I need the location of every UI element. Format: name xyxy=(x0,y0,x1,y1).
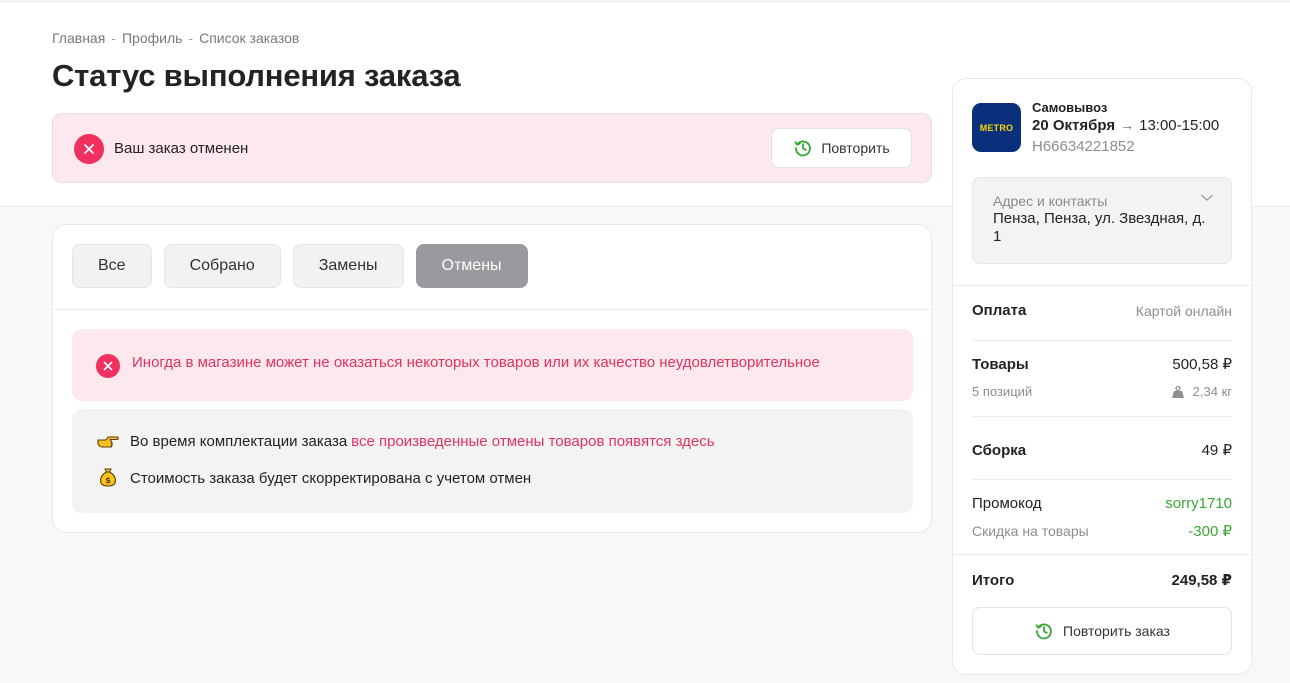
delivery-datetime: 20 Октября → 13:00-15:00 xyxy=(1032,117,1219,134)
tab-replacements[interactable]: Замены xyxy=(292,244,404,288)
discount-label: Скидка на товары xyxy=(972,523,1089,539)
tab-all[interactable]: Все xyxy=(72,244,152,288)
breadcrumb: Главная - Профиль - Список заказов xyxy=(52,30,299,46)
info-line-1-highlight: все произведенные отмены товаров появятс… xyxy=(351,432,715,450)
repeat-order-label: Повторить заказ xyxy=(1063,623,1170,639)
arrow-right-icon: → xyxy=(1120,117,1135,133)
promo-value: sorry1710 xyxy=(1165,495,1232,512)
filter-tabs: Все Собрано Замены Отмены xyxy=(72,244,528,288)
order-summary-panel: METRO Самовывоз 20 Октября → 13:00-15:00… xyxy=(952,78,1252,675)
delivery-date: 20 Октября xyxy=(1032,117,1116,134)
payment-row: Оплата Картой онлайн xyxy=(972,302,1232,319)
order-number: H66634221852 xyxy=(1032,138,1135,155)
repeat-button[interactable]: Повторить xyxy=(771,128,912,168)
divider xyxy=(953,285,1251,286)
breadcrumb-home[interactable]: Главная xyxy=(52,30,105,46)
assembly-label: Сборка xyxy=(972,441,1027,459)
page-title: Статус выполнения заказа xyxy=(52,58,461,93)
goods-details-row: 5 позиций 2,34 кг xyxy=(972,384,1232,399)
divider xyxy=(972,416,1232,417)
delivery-type: Самовывоз xyxy=(1032,100,1108,115)
metro-logo: METRO xyxy=(972,103,1021,152)
close-icon xyxy=(74,134,104,164)
weight-icon xyxy=(1171,385,1184,398)
total-row: Итого 249,58 ₽ xyxy=(972,571,1232,590)
logo-text: METRO xyxy=(979,122,1014,133)
order-items-card: Все Собрано Замены Отмены Иногда в магаз… xyxy=(52,224,932,533)
payment-value: Картой онлайн xyxy=(1135,302,1232,319)
positions-count: 5 позиций xyxy=(972,384,1033,399)
money-bag-icon: $ xyxy=(100,468,116,487)
delivery-time: 13:00-15:00 xyxy=(1139,117,1220,134)
info-line-2: $ Стоимость заказа будет скорректирована… xyxy=(96,467,531,489)
goods-row: Товары 500,58 ₽ xyxy=(972,355,1232,374)
info-line-1: Во время комплектации заказа все произве… xyxy=(96,431,715,451)
info-line-2-text: Стоимость заказа будет скорректирована с… xyxy=(130,469,532,487)
address-label: Адрес и контакты xyxy=(993,193,1108,209)
close-icon xyxy=(96,354,120,378)
weight-info: 2,34 кг xyxy=(1171,384,1232,399)
breadcrumb-profile[interactable]: Профиль xyxy=(122,30,182,46)
goods-label: Товары xyxy=(972,355,1029,373)
weight-value: 2,34 кг xyxy=(1192,384,1232,399)
assembly-value: 49 ₽ xyxy=(1201,442,1232,459)
discount-value: -300 ₽ xyxy=(1188,523,1232,540)
payment-label: Оплата xyxy=(972,302,1027,319)
repeat-button-label: Повторить xyxy=(821,140,890,156)
chevron-down-icon[interactable] xyxy=(1201,194,1213,202)
breadcrumb-separator: - xyxy=(188,30,194,46)
discount-row: Скидка на товары -300 ₽ xyxy=(972,522,1232,540)
repeat-order-button[interactable]: Повторить заказ xyxy=(972,607,1232,655)
breadcrumb-orders[interactable]: Список заказов xyxy=(199,30,299,46)
pointing-hand-icon xyxy=(97,436,119,448)
history-icon xyxy=(794,140,812,157)
cancellation-info: Во время комплектации заказа все произве… xyxy=(72,409,913,513)
breadcrumb-separator: - xyxy=(111,30,116,46)
history-icon xyxy=(1035,623,1052,640)
assembly-row: Сборка 49 ₽ xyxy=(972,441,1232,460)
tab-collected[interactable]: Собрано xyxy=(163,244,281,288)
alert-text: Ваш заказ отменен xyxy=(114,140,249,157)
info-line-1-prefix: Во время комплектации заказа xyxy=(130,432,348,450)
address-value: Пенза, Пенза, ул. Звездная, д. 1 xyxy=(993,210,1206,245)
cancellation-warning: Иногда в магазине может не оказаться нек… xyxy=(72,329,913,401)
svg-text:$: $ xyxy=(105,476,111,485)
goods-value: 500,58 ₽ xyxy=(1172,356,1232,373)
total-value: 249,58 ₽ xyxy=(1171,572,1232,589)
promo-row: Промокод sorry1710 xyxy=(972,495,1232,512)
address-contacts[interactable]: Адрес и контакты Пенза, Пенза, ул. Звезд… xyxy=(972,177,1232,264)
promo-label: Промокод xyxy=(972,495,1042,512)
warning-text: Иногда в магазине может не оказаться нек… xyxy=(132,354,820,371)
total-label: Итого xyxy=(972,571,1015,589)
order-cancelled-alert: Ваш заказ отменен Повторить xyxy=(52,113,932,183)
tab-cancellations[interactable]: Отмены xyxy=(415,244,528,288)
divider xyxy=(972,479,1232,480)
divider xyxy=(972,340,1232,341)
tabs-divider xyxy=(53,309,931,310)
divider xyxy=(953,554,1251,555)
top-edge xyxy=(0,0,1290,3)
